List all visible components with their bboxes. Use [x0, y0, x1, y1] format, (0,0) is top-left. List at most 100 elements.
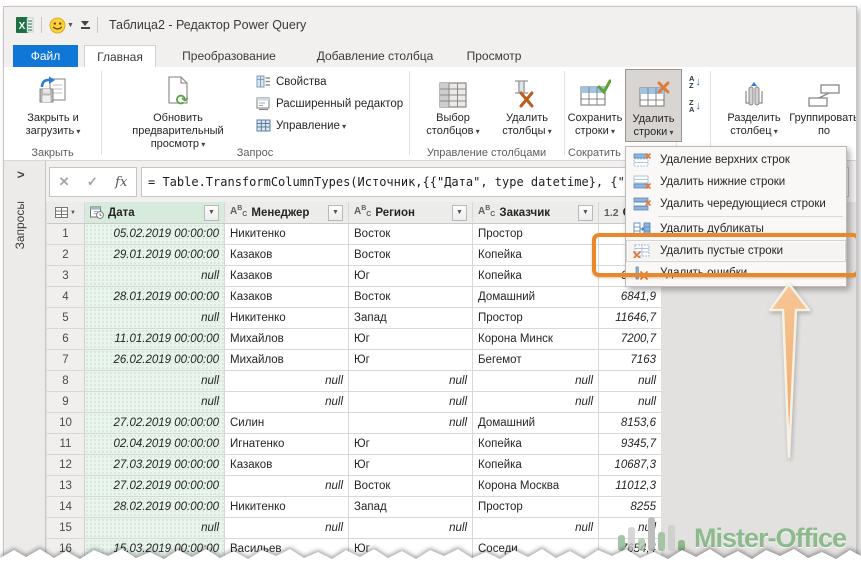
cell-region[interactable]: Восток	[349, 287, 473, 308]
cell-cost[interactable]: 8255	[599, 497, 661, 518]
cell-date[interactable]: 15.03.2019 00:00:00	[85, 539, 225, 560]
cell-manager[interactable]: Казаков	[225, 245, 349, 266]
menu-item-remove-bottom-rows[interactable]: Удалить нижние строки	[626, 171, 846, 193]
cell-region[interactable]: null	[349, 518, 473, 539]
cell-cost[interactable]: 10687,3	[599, 455, 661, 476]
row-number[interactable]: 13	[47, 476, 85, 497]
cell-cost[interactable]: 7200,7	[599, 329, 661, 350]
cell-region[interactable]: Запад	[349, 308, 473, 329]
remove-rows-button[interactable]: Удалить строки	[625, 69, 682, 142]
cell-region[interactable]: null	[349, 371, 473, 392]
row-number[interactable]: 10	[47, 413, 85, 434]
cell-customer[interactable]: null	[473, 518, 599, 539]
expand-queries-chevron[interactable]: >	[17, 167, 25, 182]
column-header-manager[interactable]: ABC Менеджер ▼	[225, 202, 349, 224]
remove-columns-button[interactable]: Удалить столбцы	[492, 69, 562, 138]
cell-date[interactable]: 11.01.2019 00:00:00	[85, 329, 225, 350]
cell-manager[interactable]: Игнатенко	[225, 434, 349, 455]
cell-date[interactable]: 26.02.2019 00:00:00	[85, 350, 225, 371]
cell-cost[interactable]: 9345,7	[599, 434, 661, 455]
cell-manager[interactable]: Никитенко	[225, 224, 349, 245]
cell-region[interactable]: Юг	[349, 455, 473, 476]
cell-region[interactable]: Восток	[349, 245, 473, 266]
cell-region[interactable]: null	[349, 413, 473, 434]
cell-cost[interactable]: 8153,6	[599, 413, 661, 434]
cell-manager[interactable]: Михайлов	[225, 329, 349, 350]
tab-home[interactable]: Главная	[84, 45, 156, 68]
column-header-region[interactable]: ABC Регион ▼	[349, 202, 473, 224]
smiley-feedback-button[interactable]: ▼	[49, 17, 74, 34]
cell-date[interactable]: 27.02.2019 00:00:00	[85, 413, 225, 434]
cell-customer[interactable]: Корона Москва	[473, 476, 599, 497]
cell-cost[interactable]: 11646,7	[599, 308, 661, 329]
cell-date[interactable]: 27.03.2019 00:00:00	[85, 455, 225, 476]
cell-date[interactable]: null	[85, 371, 225, 392]
cell-manager[interactable]: Казаков	[225, 455, 349, 476]
cell-customer[interactable]: Корона Минск	[473, 329, 599, 350]
select-all-corner-button[interactable]: ▼	[47, 202, 85, 224]
cell-date[interactable]: 05.02.2019 00:00:00	[85, 224, 225, 245]
row-number[interactable]: 15	[47, 518, 85, 539]
tab-file[interactable]: Файл	[13, 45, 78, 67]
cell-manager[interactable]: Васильев	[225, 539, 349, 560]
close-and-load-button[interactable]: Закрыть и загрузить	[14, 69, 92, 138]
commit-formula-button[interactable]: ✓	[87, 174, 98, 190]
row-number[interactable]: 8	[47, 371, 85, 392]
filter-dropdown-button[interactable]: ▼	[204, 205, 219, 221]
cell-manager[interactable]: Михайлов	[225, 350, 349, 371]
column-header-customer[interactable]: ABC Заказчик ▼	[473, 202, 599, 224]
tab-add-column[interactable]: Добавление столбца	[304, 45, 446, 67]
cell-manager[interactable]: null	[225, 518, 349, 539]
group-by-button[interactable]: Группировать по	[792, 69, 856, 138]
cell-manager[interactable]: null	[225, 371, 349, 392]
cell-cost[interactable]: 6841,9	[599, 287, 661, 308]
properties-button[interactable]: Свойства	[256, 71, 327, 92]
customize-toolbar-button[interactable]	[81, 21, 90, 29]
cell-region[interactable]: Юг	[349, 329, 473, 350]
cell-region[interactable]: Юг	[349, 266, 473, 287]
cell-customer[interactable]: Копейка	[473, 434, 599, 455]
filter-dropdown-button[interactable]: ▼	[452, 205, 467, 221]
cell-region[interactable]: Юг	[349, 350, 473, 371]
tab-view[interactable]: Просмотр	[459, 45, 529, 67]
cell-date[interactable]: 27.02.2019 00:00:00	[85, 476, 225, 497]
sort-descending-button[interactable]: ZA ↓	[682, 95, 708, 117]
row-number[interactable]: 2	[47, 245, 85, 266]
split-column-button[interactable]: Разделить столбец	[716, 69, 792, 138]
cell-region[interactable]: Восток	[349, 476, 473, 497]
cell-cost[interactable]: null	[599, 392, 661, 413]
row-number[interactable]: 9	[47, 392, 85, 413]
row-number[interactable]: 7	[47, 350, 85, 371]
cancel-formula-button[interactable]: ✕	[59, 174, 70, 190]
cell-customer[interactable]: Копейка	[473, 245, 599, 266]
cell-manager[interactable]: null	[225, 392, 349, 413]
cell-manager[interactable]: Силин	[225, 413, 349, 434]
sort-ascending-button[interactable]: AZ ↓	[682, 71, 708, 93]
advanced-editor-button[interactable]: Расширенный редактор	[256, 93, 403, 114]
cell-customer[interactable]: Копейка	[473, 266, 599, 287]
cell-date[interactable]: 28.02.2019 00:00:00	[85, 497, 225, 518]
cell-customer[interactable]: null	[473, 392, 599, 413]
row-number[interactable]: 4	[47, 287, 85, 308]
cell-region[interactable]: Юг	[349, 434, 473, 455]
cell-customer[interactable]: Бегемот	[473, 350, 599, 371]
cell-cost[interactable]: 11012,3	[599, 476, 661, 497]
cell-cost[interactable]: 7163	[599, 350, 661, 371]
row-number[interactable]: 16	[47, 539, 85, 560]
menu-item-remove-alternate-rows[interactable]: Удалить чередующиеся строки	[626, 193, 846, 215]
menu-item-remove-errors[interactable]: Удалить ошибки	[626, 262, 846, 284]
filter-dropdown-button[interactable]: ▼	[328, 205, 343, 221]
queries-pane-label[interactable]: Запросы	[13, 201, 27, 249]
cell-date[interactable]: null	[85, 518, 225, 539]
choose-columns-button[interactable]: Выбор столбцов	[416, 69, 490, 138]
cell-customer[interactable]: Соседи	[473, 539, 599, 560]
cell-date[interactable]: null	[85, 392, 225, 413]
cell-region[interactable]: null	[349, 392, 473, 413]
cell-region[interactable]: Запад	[349, 497, 473, 518]
cell-date[interactable]: 28.01.2019 00:00:00	[85, 287, 225, 308]
cell-date[interactable]: 02.04.2019 00:00:00	[85, 434, 225, 455]
tab-transform[interactable]: Преобразование	[167, 45, 291, 67]
cell-manager[interactable]: Казаков	[225, 287, 349, 308]
cell-manager[interactable]: null	[225, 476, 349, 497]
cell-manager[interactable]: Казаков	[225, 266, 349, 287]
